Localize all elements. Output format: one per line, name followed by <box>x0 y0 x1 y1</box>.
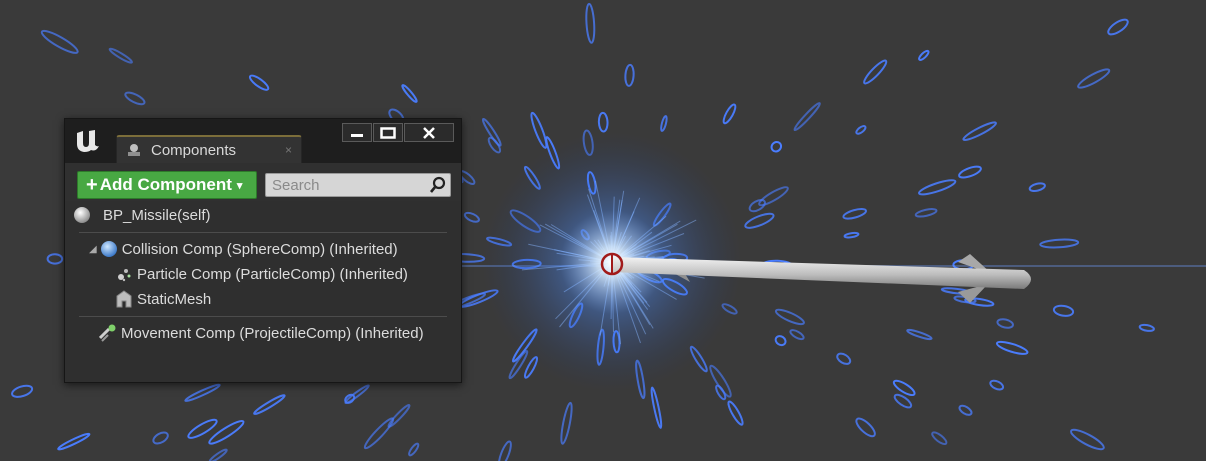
tree-item-static-mesh[interactable]: StaticMesh <box>115 289 211 309</box>
movement-icon <box>99 324 116 342</box>
tree-item-label: Collision Comp (SphereComp) (Inherited) <box>121 240 398 258</box>
tree-item-label: StaticMesh <box>137 290 212 308</box>
maximize-icon <box>380 126 396 139</box>
particle-icon <box>118 269 131 282</box>
tree-item-particle-comp[interactable]: Particle Comp (ParticleComp) (Inherited) <box>115 264 408 284</box>
tree-root-row[interactable]: BP_Missile(self) <box>73 205 211 225</box>
tree-item-movement-comp[interactable]: Movement Comp (ProjectileComp) (Inherite… <box>99 323 424 343</box>
tree-item-label: Movement Comp (ProjectileComp) (Inherite… <box>121 324 424 342</box>
close-button[interactable] <box>404 123 454 142</box>
maximize-button[interactable] <box>373 123 403 142</box>
tree-item-label: Particle Comp (ParticleComp) (Inherited) <box>137 265 408 283</box>
title-bar[interactable]: Components × <box>65 119 461 163</box>
tab-close-icon[interactable]: × <box>285 143 292 157</box>
tree-divider <box>79 316 447 317</box>
component-tab-icon <box>128 144 140 156</box>
minimize-icon <box>351 133 363 137</box>
add-plus-icon: + <box>86 174 98 196</box>
actor-sphere-icon <box>74 207 90 223</box>
tab-components[interactable]: Components × <box>116 135 302 163</box>
components-window: Components × + Add Component ▾ Search BP… <box>64 118 462 383</box>
tree-root-label: BP_Missile(self) <box>103 206 211 224</box>
search-input[interactable] <box>272 177 422 193</box>
search-box[interactable] <box>265 173 451 197</box>
expand-arrow-icon[interactable]: ◢ <box>89 244 97 255</box>
components-toolbar: + Add Component ▾ <box>65 163 461 201</box>
minimize-button[interactable] <box>342 123 372 142</box>
tab-label: Components <box>151 142 237 159</box>
add-component-button[interactable]: + Add Component ▾ <box>77 171 257 199</box>
static-mesh-icon <box>116 290 132 308</box>
chevron-down-icon: ▾ <box>236 179 243 192</box>
close-icon <box>423 126 435 139</box>
ue-logo-icon <box>72 126 100 154</box>
tree-divider <box>79 232 447 233</box>
search-icon[interactable] <box>429 176 447 194</box>
add-component-label: Add Component <box>99 175 232 194</box>
tree-item-collision-comp[interactable]: ◢ Collision Comp (SphereComp) (Inherited… <box>89 239 398 259</box>
sphere-component-icon <box>100 241 117 257</box>
